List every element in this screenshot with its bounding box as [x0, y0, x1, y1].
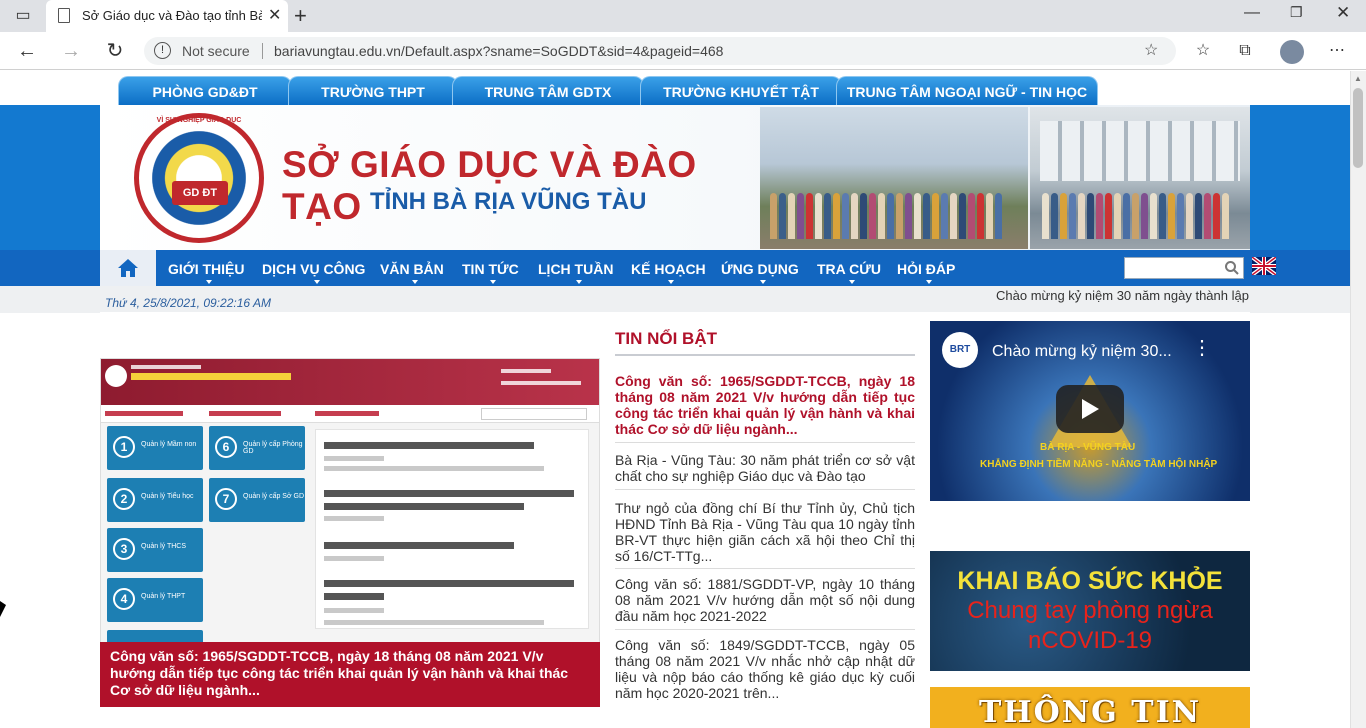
nav-tin-tuc[interactable]: TIN TỨC	[462, 250, 519, 286]
browser-tab[interactable]: Sở Giáo dục và Đào tạo tỉnh Bà R ✕	[46, 0, 288, 32]
nav-ung-dung[interactable]: ỨNG DỤNG	[721, 250, 799, 286]
mouse-cursor-icon	[0, 601, 6, 617]
tab-actions-icon[interactable]: ▭	[8, 0, 38, 35]
share-icon[interactable]: ⋮	[1192, 335, 1212, 360]
current-date: Thứ 4, 25/8/2021, 09:22:16 AM	[105, 296, 271, 310]
minimize-icon[interactable]: —	[1244, 4, 1260, 22]
page-icon	[58, 8, 70, 23]
video-slogan: KHẲNG ĐỊNH TIỀM NĂNG - NÂNG TẦM HỘI NHẬP	[980, 459, 1218, 470]
play-icon	[1082, 399, 1099, 419]
nav-lich-tuan[interactable]: LỊCH TUẦN	[538, 250, 613, 286]
address-bar[interactable]: ! Not secure bariavungtau.edu.vn/Default…	[144, 37, 1176, 65]
covid-line-3: nCOVID-19	[1027, 627, 1153, 654]
news-divider	[615, 568, 915, 569]
video-subtitle: BÀ RỊA - VŨNG TÀU	[1040, 442, 1136, 453]
tab-title: Sở Giáo dục và Đào tạo tỉnh Bà R	[82, 8, 262, 23]
news-divider	[615, 442, 915, 443]
news-item[interactable]: Công văn số: 1965/SGDDT-TCCB, ngày 18 th…	[615, 373, 915, 437]
url-text[interactable]: bariavungtau.edu.vn/Default.aspx?sname=S…	[274, 43, 723, 59]
tab-trung-tam-ngoai-ngu[interactable]: TRUNG TÂM NGOẠI NGỮ - TIN HỌC	[836, 76, 1098, 106]
banner-photo-building	[1030, 107, 1250, 249]
back-icon[interactable]: ←	[12, 32, 42, 70]
logo-ring-text: VÌ SỰ NGHIỆP GIÁO DỤC	[156, 117, 242, 124]
profile-avatar[interactable]	[1280, 40, 1304, 64]
new-tab-icon[interactable]: +	[294, 3, 307, 29]
forward-icon[interactable]: →	[56, 32, 86, 70]
news-heading: TIN NỔI BẬT	[615, 329, 717, 348]
covid-line-2: Chung tay phòng ngừa	[967, 597, 1213, 624]
reload-icon[interactable]: ↻	[100, 32, 130, 70]
nav-tra-cuu[interactable]: TRA CỨU	[817, 250, 881, 286]
feature-image[interactable]: 1 Quản lý Mầm non 2 Quản lý Tiểu học 3 Quản…	[100, 358, 600, 644]
banner-subtitle: TỈNH BÀ RỊA VŨNG TÀU	[370, 188, 647, 215]
news-item[interactable]: Bà Rịa - Vũng Tàu: 30 năm phát triển cơ …	[615, 452, 915, 484]
tab-trung-tam-gdtx[interactable]: TRUNG TÂM GDTX	[452, 76, 644, 106]
collections-icon[interactable]: ⧉	[1230, 32, 1260, 70]
english-flag-icon[interactable]	[1252, 257, 1276, 275]
scrollbar-thumb[interactable]	[1353, 88, 1363, 168]
channel-logo: BRT	[942, 332, 978, 368]
tab-phong-gddt[interactable]: PHÒNG GD&ĐT	[118, 76, 292, 106]
close-tab-icon[interactable]: ✕	[268, 5, 281, 25]
search-icon[interactable]	[1224, 260, 1240, 276]
logo-text: GD ĐT	[172, 181, 228, 205]
video-title[interactable]: Chào mừng kỷ niệm 30...	[992, 343, 1172, 361]
security-label: Not secure	[182, 43, 250, 59]
covid-line-1: KHAI BÁO SỨC KHỎE	[957, 567, 1223, 595]
nav-hoi-dap[interactable]: HỎI ĐÁP	[897, 250, 955, 286]
restore-icon[interactable]: ❐	[1290, 4, 1303, 21]
page-scrollbar[interactable]	[1350, 71, 1366, 728]
news-divider	[615, 629, 915, 630]
nav-gioi-thieu[interactable]: GIỚI THIỆU	[168, 250, 245, 286]
home-button[interactable]	[100, 250, 156, 286]
tab-truong-thpt[interactable]: TRƯỜNG THPT	[288, 76, 458, 106]
search-input[interactable]	[1124, 257, 1244, 279]
news-divider	[615, 489, 915, 490]
nav-ke-hoach[interactable]: KẾ HOẠCH	[631, 250, 706, 286]
tab-truong-khuyet-tat[interactable]: TRƯỜNG KHUYẾT TẬT	[640, 76, 842, 106]
logo-emblem	[146, 125, 252, 231]
favorites-icon[interactable]: ☆	[1188, 32, 1218, 70]
news-heading-rule	[615, 354, 915, 356]
url-divider	[262, 43, 263, 59]
web-page: PHÒNG GD&ĐT TRƯỜNG THPT TRUNG TÂM GDTX T…	[0, 71, 1350, 728]
banner-photo-group	[760, 107, 1028, 249]
news-item[interactable]: Thư ngỏ của đồng chí Bí thư Tỉnh ủy, Chủ…	[615, 500, 915, 564]
feature-image-header	[101, 359, 599, 405]
close-window-icon[interactable]: ✕	[1336, 3, 1350, 23]
news-item[interactable]: Công văn số: 1849/SGDDT-TCCB, ngày 05 th…	[615, 637, 915, 701]
nav-van-ban[interactable]: VĂN BẢN	[380, 250, 444, 286]
add-favorite-icon[interactable]: ☆	[1144, 40, 1158, 60]
scroll-up-icon[interactable]: ▲	[1354, 74, 1362, 83]
news-item[interactable]: Công văn số: 1881/SGDDT-VP, ngày 10 thán…	[615, 576, 915, 624]
welcome-marquee: Chào mừng kỷ niệm 30 năm ngày thành lập	[996, 288, 1249, 303]
more-menu-icon[interactable]: ⋯	[1322, 32, 1352, 70]
info-banner-text: THÔNG TIN	[978, 695, 1202, 728]
warning-icon[interactable]: !	[154, 42, 171, 59]
home-icon	[118, 259, 138, 277]
feature-caption[interactable]: Công văn số: 1965/SGDDT-TCCB, ngày 18 th…	[100, 642, 600, 707]
nav-dich-vu-cong[interactable]: DỊCH VỤ CÔNG	[262, 250, 365, 286]
